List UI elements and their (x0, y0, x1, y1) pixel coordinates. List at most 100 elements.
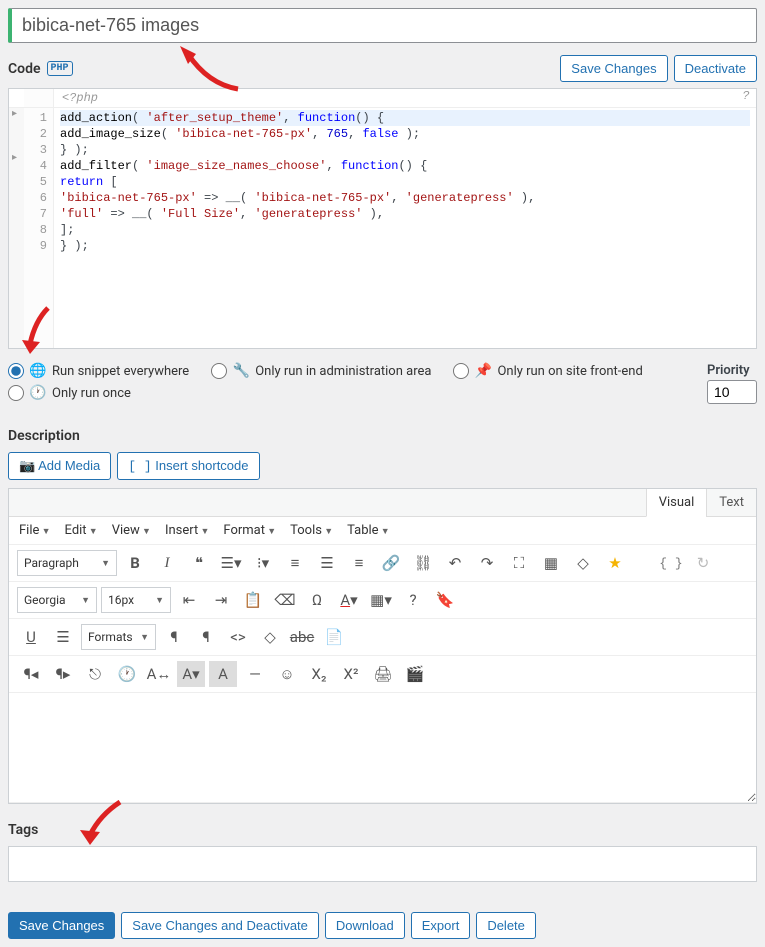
refresh-icon[interactable]: ↻ (689, 550, 717, 576)
paragraph-select[interactable]: Paragraph (17, 550, 117, 576)
line-numbers: 123456789 (24, 108, 54, 348)
deactivate-button[interactable]: Deactivate (674, 55, 757, 82)
star-icon[interactable]: ★ (601, 550, 629, 576)
rtl-icon[interactable]: ¶▸ (49, 661, 77, 687)
align-left-icon[interactable]: ≡ (281, 550, 309, 576)
redo-icon[interactable]: ↷ (473, 550, 501, 576)
description-heading: Description (8, 428, 757, 444)
run-admin-radio[interactable] (211, 363, 227, 379)
subscript-icon[interactable]: X₂ (305, 661, 333, 687)
text-tab[interactable]: Text (706, 489, 756, 516)
special-char-icon[interactable]: Ω (303, 587, 331, 613)
fold-marker-icon[interactable]: ▸ (9, 152, 24, 164)
add-media-button[interactable]: 📷 Add Media (8, 452, 111, 480)
ltr-icon[interactable]: ¶◂ (17, 661, 45, 687)
insert-shortcode-button[interactable]: [ ] Insert shortcode (117, 452, 259, 480)
align-center-icon[interactable]: ☰ (313, 550, 341, 576)
toolbar-toggle-icon[interactable]: ▦ (537, 550, 565, 576)
pilcrow-icon[interactable]: ¶ (192, 624, 220, 650)
font-family-select[interactable]: Georgia (17, 587, 97, 613)
highlight-icon[interactable]: A (209, 661, 237, 687)
underline-icon[interactable]: U (17, 624, 45, 650)
snippet-title-input[interactable] (8, 8, 757, 43)
clock-icon: 🕐 (30, 385, 46, 401)
bold-icon[interactable]: B (121, 550, 149, 576)
camera-icon: 📷 (19, 458, 35, 473)
strikethrough-icon[interactable]: abc (288, 624, 316, 650)
priority-label: Priority (707, 363, 757, 378)
editor-menubar: File Edit View Insert Format Tools Table (9, 517, 756, 545)
source-icon[interactable]: ◇ (256, 624, 284, 650)
clear-format-icon[interactable]: ⌫ (271, 587, 299, 613)
priority-input[interactable] (707, 380, 757, 404)
italic-icon[interactable]: I (153, 550, 181, 576)
indent-icon[interactable]: ⇥ (207, 587, 235, 613)
menu-edit[interactable]: Edit (65, 523, 98, 538)
menu-file[interactable]: File (19, 523, 51, 538)
editor-content[interactable] (9, 693, 756, 803)
table-icon[interactable]: ▦▾ (367, 587, 395, 613)
hr-icon[interactable]: — (241, 661, 269, 687)
download-button[interactable]: Download (325, 912, 405, 939)
emoji-icon[interactable]: ☺ (273, 661, 301, 687)
numbered-list-icon[interactable]: ⁝▾ (249, 550, 277, 576)
menu-insert[interactable]: Insert (165, 523, 209, 538)
formats-select[interactable]: Formats (81, 624, 156, 650)
fold-marker-icon[interactable]: ▸ (9, 108, 24, 120)
paragraph-icon[interactable]: ¶ (160, 624, 188, 650)
save-changes-button[interactable]: Save Changes (8, 912, 115, 939)
help-icon[interactable]: ? (399, 587, 427, 613)
font-size-select[interactable]: 16px (101, 587, 171, 613)
wrench-icon: 🔧 (233, 363, 249, 379)
description-editor: Visual Text File Edit View Insert Format… (8, 488, 757, 804)
menu-table[interactable]: Table (347, 523, 390, 538)
pin-icon: 📌 (475, 363, 491, 379)
more-icon[interactable]: ◇ (569, 550, 597, 576)
bullet-list-icon[interactable]: ☰▾ (217, 550, 245, 576)
unlink-icon[interactable]: ⛓ (409, 550, 437, 576)
text-color-icon[interactable]: A▾ (335, 587, 363, 613)
justify-icon[interactable]: ☰ (49, 624, 77, 650)
run-frontend-radio[interactable] (453, 363, 469, 379)
run-once-radio[interactable] (8, 385, 24, 401)
code-icon[interactable]: <> (224, 624, 252, 650)
run-frontend-option[interactable]: 📌 Only run on site front-end (453, 363, 642, 379)
delete-button[interactable]: Delete (476, 912, 536, 939)
code-editor[interactable]: <?php ? ▸ ▸ 123456789 add_action( 'after… (8, 88, 757, 349)
code-braces-icon[interactable]: { } (657, 550, 685, 576)
run-once-option[interactable]: 🕐 Only run once (8, 385, 131, 401)
globe-icon: 🌐 (30, 363, 46, 379)
media-icon[interactable]: 🎬 (401, 661, 429, 687)
brackets-icon: [ ] (128, 459, 151, 474)
run-admin-option[interactable]: 🔧 Only run in administration area (211, 363, 431, 379)
visual-tab[interactable]: Visual (646, 489, 707, 517)
superscript-icon[interactable]: X² (337, 661, 365, 687)
save-changes-top-button[interactable]: Save Changes (560, 55, 667, 82)
code-content[interactable]: add_action( 'after_setup_theme', functio… (54, 108, 756, 348)
print-icon[interactable]: 🖨 (369, 661, 397, 687)
tags-heading: Tags (8, 822, 757, 838)
align-right-icon[interactable]: ≡ (345, 550, 373, 576)
run-everywhere-radio[interactable] (8, 363, 24, 379)
outdent-icon[interactable]: ⇤ (175, 587, 203, 613)
bookmark-icon[interactable]: 🔖 (431, 587, 459, 613)
quote-icon[interactable]: ❝ (185, 550, 213, 576)
link-icon[interactable]: 🔗 (377, 550, 405, 576)
bg-color-icon[interactable]: A▾ (177, 661, 205, 687)
datetime-icon[interactable]: 🕐 (113, 661, 141, 687)
menu-format[interactable]: Format (223, 523, 276, 538)
paste-icon[interactable]: 📋 (239, 587, 267, 613)
run-everywhere-option[interactable]: 🌐 Run snippet everywhere (8, 363, 189, 379)
tags-input[interactable] (8, 846, 757, 882)
code-help-icon[interactable]: ? (736, 89, 756, 107)
copy-icon[interactable]: 📄 (320, 624, 348, 650)
anchor-icon[interactable]: ⎋ (81, 661, 109, 687)
menu-view[interactable]: View (112, 523, 151, 538)
undo-icon[interactable]: ↶ (441, 550, 469, 576)
code-section-heading: Code PHP (8, 61, 73, 77)
fullscreen-icon[interactable]: ⛶ (505, 550, 533, 576)
export-button[interactable]: Export (411, 912, 471, 939)
letter-spacing-icon[interactable]: A↔ (145, 661, 173, 687)
menu-tools[interactable]: Tools (290, 523, 333, 538)
save-deactivate-button[interactable]: Save Changes and Deactivate (121, 912, 319, 939)
